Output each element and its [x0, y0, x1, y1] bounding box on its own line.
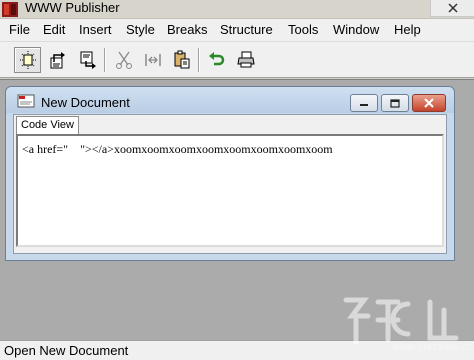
menu-bar: File Edit Insert Style Breaks Structure …	[0, 19, 474, 42]
menu-breaks[interactable]: Breaks	[166, 22, 208, 38]
menu-edit[interactable]: Edit	[42, 22, 66, 38]
close-button[interactable]	[412, 94, 446, 112]
close-icon	[447, 3, 458, 13]
new-document-button[interactable]	[14, 47, 41, 73]
menu-style[interactable]: Style	[125, 22, 156, 38]
document-title: New Document	[41, 95, 130, 110]
cut-button[interactable]	[110, 47, 137, 73]
toolbar-separator	[104, 48, 106, 72]
menu-structure[interactable]: Structure	[219, 22, 274, 38]
document-title-bar[interactable]: New Document	[6, 87, 454, 113]
document-icon	[17, 94, 35, 108]
code-text: <a href=" "></a>xoomxoomxoomxoomxoomxoom…	[22, 142, 333, 156]
save-button[interactable]	[74, 47, 101, 73]
maximize-button[interactable]	[381, 94, 409, 112]
toolbar	[0, 42, 474, 78]
code-editor[interactable]: <a href=" "></a>xoomxoomxoomxoomxoomxoom…	[16, 134, 444, 247]
menu-insert[interactable]: Insert	[78, 22, 113, 38]
toolbar-separator	[198, 48, 200, 72]
minimize-button[interactable]	[350, 94, 378, 112]
print-button[interactable]	[232, 47, 259, 73]
open-button[interactable]	[44, 47, 71, 73]
watermark-url: www.xiazaiba.com	[392, 342, 474, 353]
undo-arrow-icon	[208, 52, 224, 66]
minimize-icon	[360, 104, 368, 106]
app-close-button[interactable]	[430, 0, 474, 17]
open-file-icon	[50, 52, 65, 69]
menu-help[interactable]: Help	[393, 22, 422, 38]
maximize-icon	[390, 98, 400, 108]
undo-button[interactable]	[203, 47, 230, 73]
document-client-area: Code View <a href=" "></a>xoomxoomxoomxo…	[13, 114, 447, 254]
tab-code-view[interactable]: Code View	[16, 116, 79, 134]
link-button[interactable]	[139, 47, 166, 73]
status-text: Open New Document	[4, 343, 129, 358]
anchor-link-icon	[144, 54, 161, 66]
document-window: New Document Code View <a href=" "></a>x…	[5, 86, 455, 261]
clipboard-icon	[174, 50, 189, 69]
menu-window[interactable]: Window	[332, 22, 380, 38]
scissors-icon	[115, 51, 132, 69]
app-title: WWW Publisher	[25, 0, 120, 15]
paste-button[interactable]	[168, 47, 195, 73]
save-file-icon	[80, 51, 96, 69]
app-title-bar: WWW Publisher	[0, 0, 474, 19]
menu-tools[interactable]: Tools	[287, 22, 319, 38]
printer-icon	[236, 51, 255, 68]
menu-file[interactable]: File	[8, 22, 31, 38]
app-logo-icon	[2, 2, 18, 17]
new-document-icon	[19, 51, 36, 69]
close-icon	[424, 98, 434, 108]
